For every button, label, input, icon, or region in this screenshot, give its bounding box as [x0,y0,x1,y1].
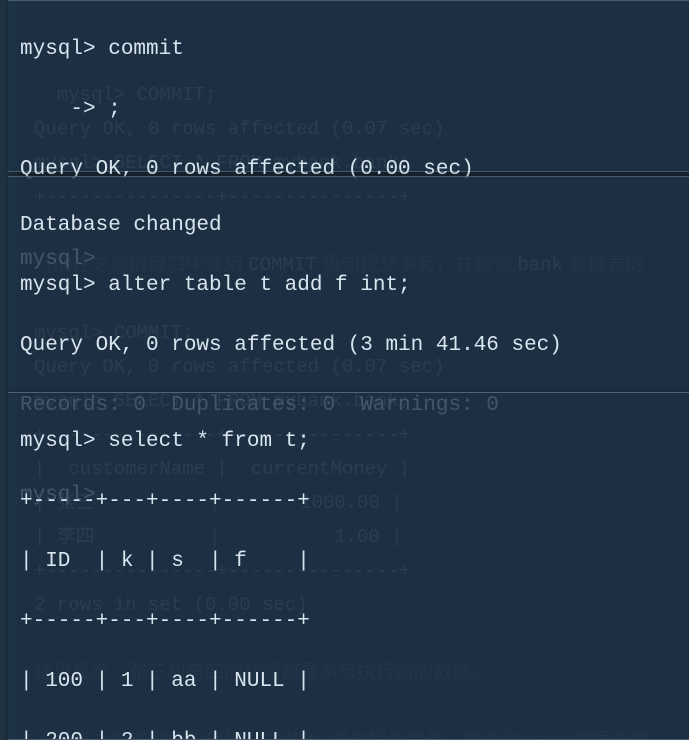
terminal-overlay-select[interactable]: mysql> select * from t; +-----+---+----+… [8,392,689,740]
terminal-line: mysql> commit [20,35,677,65]
terminal-overlay-alter[interactable]: Database changed mysql> alter table t ad… [8,176,689,393]
table-border: +-----+---+----+------+ [20,607,677,637]
terminal-line: mysql> alter table t add f int; [20,271,677,301]
table-header: | ID | k | s | f | [20,547,677,577]
table-border: +-----+---+----+------+ [20,487,677,517]
terminal-line: Database changed [20,211,677,241]
table-row: | 100 | 1 | aa | NULL | [20,667,677,697]
terminal-line: mysql> select * from t; [20,427,677,457]
table-row: | 200 | 2 | bb | NULL | [20,727,677,740]
terminal-line: -> ; [20,95,677,125]
terminal-line: Query OK, 0 rows affected (3 min 41.46 s… [20,331,677,361]
terminal-overlay-commit[interactable]: mysql> commit -> ; Query OK, 0 rows affe… [8,0,689,172]
